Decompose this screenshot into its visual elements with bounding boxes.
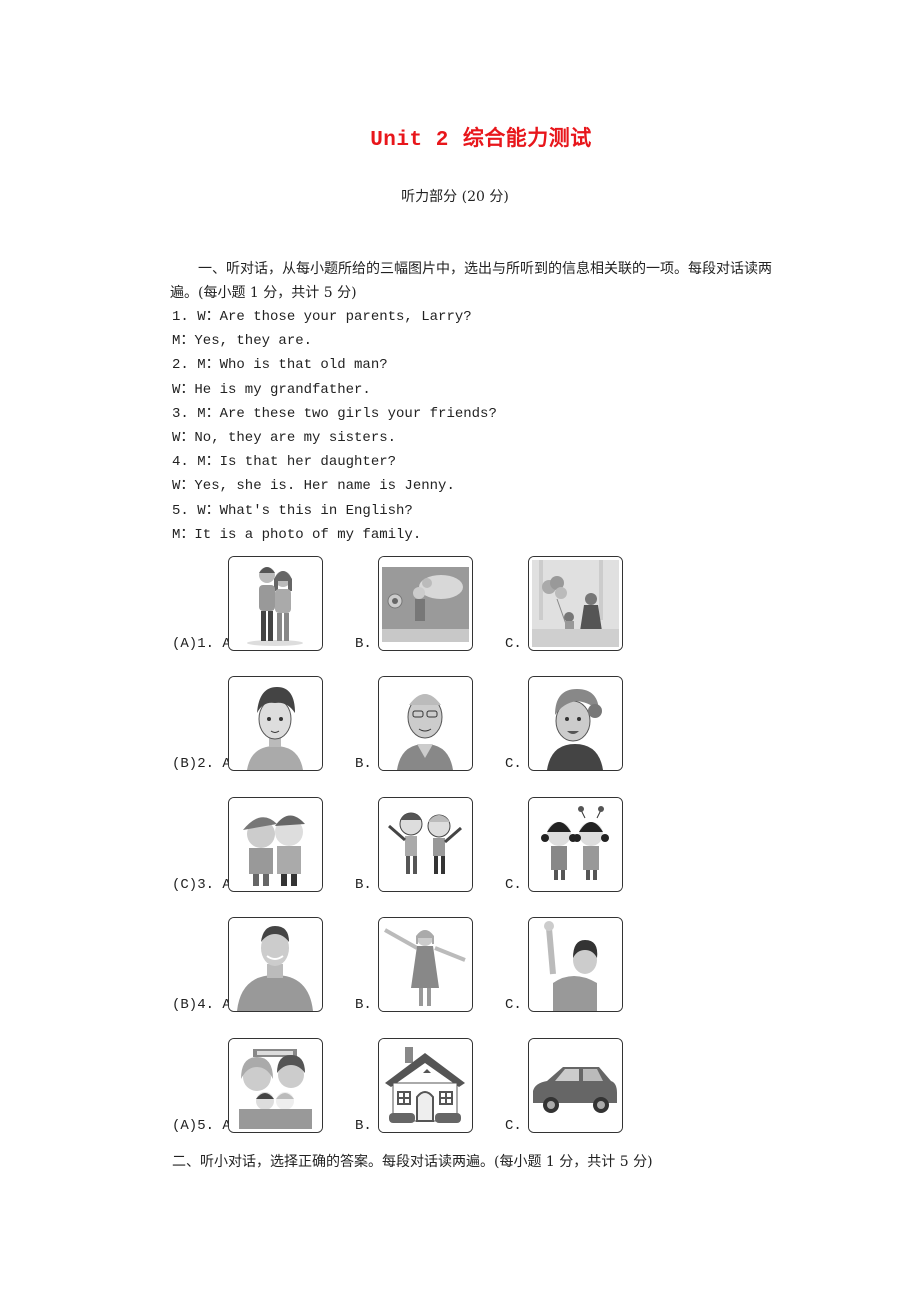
option-b-label: B.: [355, 997, 372, 1013]
option-a-couple-image[interactable]: [228, 556, 323, 651]
option-b-label: B.: [355, 636, 372, 652]
option-c-label: C.: [505, 877, 522, 893]
option-c-label: C.: [505, 997, 522, 1013]
option-b-parent-child-image[interactable]: [378, 556, 473, 651]
dialog-line: 2. M：Who is that old man?: [172, 357, 388, 374]
option-b-boy-girl-image[interactable]: [378, 797, 473, 892]
option-b-old-man-image[interactable]: [378, 676, 473, 771]
dialog-transcript: 1. W：Are those your parents, Larry? M：Ye…: [172, 305, 497, 547]
option-a-young-boy-image[interactable]: [228, 676, 323, 771]
option-c-label: C.: [505, 756, 522, 772]
option-b-label: B.: [355, 1118, 372, 1134]
dialog-line: 4. M：Is that her daughter?: [172, 454, 397, 471]
option-b-label: B.: [355, 756, 372, 772]
title-unit: Unit 2: [370, 129, 449, 152]
option-a-family-photo-image[interactable]: [228, 1038, 323, 1133]
question-5: (A)5. A. B. C.: [0, 1038, 920, 1134]
dialog-line: M：It is a photo of my family.: [172, 526, 422, 543]
question-4: (B)4. A. B. C.: [0, 917, 920, 1013]
dialog-line: W：No, they are my sisters.: [172, 429, 397, 446]
option-c-two-girls-image[interactable]: [528, 797, 623, 892]
dialog-line: W：Yes, she is. Her name is Jenny.: [172, 478, 455, 495]
option-a-smiling-man-image[interactable]: [228, 917, 323, 1012]
dialog-line: 5. W：What's this in English?: [172, 502, 413, 519]
dialog-line: M：Yes, they are.: [172, 333, 313, 350]
section1-instruction: 一、听对话，从每小题所给的三幅图片中，选出与所听到的信息相关联的一项。每段对话读…: [170, 261, 772, 301]
title-cn: 综合能力测试: [462, 126, 592, 150]
option-c-old-woman-image[interactable]: [528, 676, 623, 771]
option-c-boy-waving-image[interactable]: [528, 917, 623, 1012]
question-1: (A)1. A. B. C.: [0, 556, 920, 652]
option-b-label: B.: [355, 877, 372, 893]
dialog-line: 3. M：Are these two girls your friends?: [172, 405, 497, 422]
section2-instruction: 二、听小对话，选择正确的答案。每段对话读两遍。(每小题 1 分，共计 5 分): [172, 1154, 653, 1170]
option-b-little-girl-image[interactable]: [378, 917, 473, 1012]
page-title: Unit 2 综合能力测试: [0, 122, 920, 152]
option-c-car-image[interactable]: [528, 1038, 623, 1133]
question-3: (C)3. A. B. C.: [0, 797, 920, 893]
option-c-label: C.: [505, 1118, 522, 1134]
section-subtitle: 听力部分 (20 分): [401, 189, 509, 205]
option-c-mother-daughter-image[interactable]: [528, 556, 623, 651]
question-2: (B)2. A. B. C.: [0, 676, 920, 772]
option-c-label: C.: [505, 636, 522, 652]
dialog-line: 1. W：Are those your parents, Larry?: [172, 309, 472, 325]
dialog-line: W：He is my grandfather.: [172, 381, 371, 398]
option-a-two-boys-image[interactable]: [228, 797, 323, 892]
option-b-house-image[interactable]: [378, 1038, 473, 1133]
